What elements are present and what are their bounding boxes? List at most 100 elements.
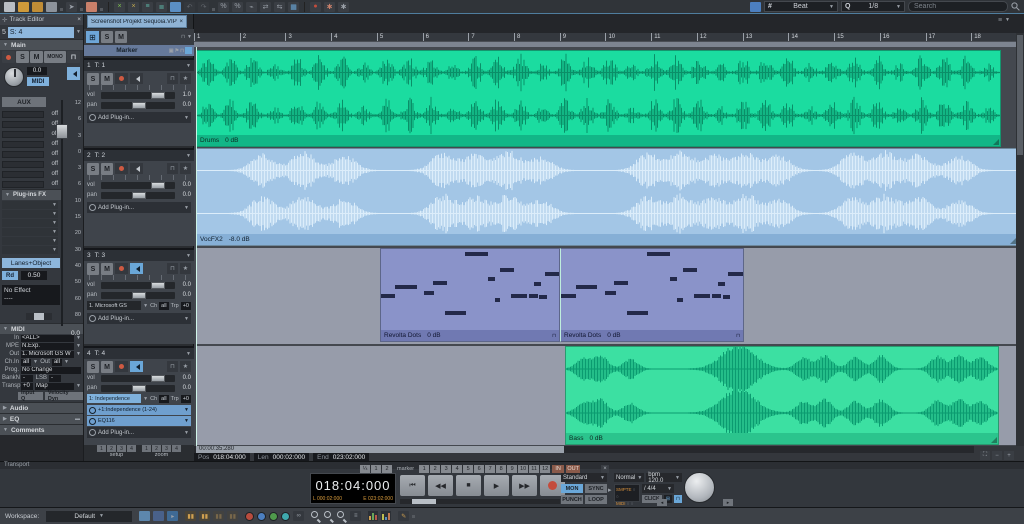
star-icon[interactable]: ★ bbox=[180, 163, 191, 174]
tempo-select[interactable]: bpm 120.0▼ bbox=[646, 473, 682, 482]
midi-note[interactable] bbox=[433, 281, 447, 285]
ruler-bar[interactable]: 13 bbox=[743, 33, 789, 41]
read-automation-button[interactable]: Rd bbox=[2, 271, 18, 280]
track-header-4[interactable]: 4T: 4▼ S M ⊓ ★ vol0.0 pan0.0 1: Independ… bbox=[84, 346, 194, 445]
automation-value[interactable]: 0.50 bbox=[21, 271, 47, 280]
midi-note[interactable] bbox=[683, 268, 698, 272]
midi-out-select[interactable]: 1. Microsoft GS W bbox=[21, 351, 74, 358]
lock-icon[interactable]: ⊓ bbox=[167, 73, 178, 84]
ruler-bar[interactable]: 15 bbox=[834, 33, 880, 41]
chevron-down-icon[interactable]: ▼ bbox=[76, 351, 81, 357]
aux-button[interactable]: AUX bbox=[2, 97, 46, 107]
ruler-bar[interactable]: 11 bbox=[651, 33, 697, 41]
object-editor-icon[interactable] bbox=[170, 2, 181, 12]
section-comments[interactable]: ▼Comments bbox=[0, 424, 83, 435]
quantize-select[interactable]: Q 1/8 ▼ bbox=[841, 1, 905, 12]
midi-note[interactable] bbox=[647, 252, 671, 256]
tape-dim2-icon[interactable]: ▮▮ bbox=[227, 511, 238, 521]
ruler-bar[interactable]: 3 bbox=[285, 33, 331, 41]
speaker-prev-icon[interactable]: ◂ bbox=[657, 499, 667, 506]
record-arm-button[interactable] bbox=[2, 51, 15, 63]
ruler-bar[interactable]: 4 bbox=[331, 33, 377, 41]
no-effect-box[interactable]: No Effect ---- bbox=[2, 285, 60, 305]
marker-button[interactable]: 11 bbox=[529, 465, 539, 473]
in-button[interactable]: IN bbox=[552, 465, 564, 473]
section-main[interactable]: ▼ Main bbox=[0, 39, 83, 50]
forward-button[interactable]: ▶▶ bbox=[512, 475, 537, 496]
aux-send-slider[interactable] bbox=[2, 161, 44, 168]
mute-button[interactable]: M bbox=[101, 361, 113, 373]
monitor-speaker-icon[interactable] bbox=[130, 163, 143, 174]
midi-in-select[interactable]: <ALL> bbox=[21, 335, 74, 342]
trp-value[interactable]: +0 bbox=[181, 302, 191, 310]
plugin-slot-1[interactable]: +1:Independence (1-24)▼ bbox=[87, 405, 191, 415]
section-plugins-fx[interactable]: ▼ Plug-ins FX bbox=[2, 189, 62, 200]
audio-clip-bass[interactable]: Bass 0 dB bbox=[565, 346, 999, 445]
snap-percent-icon[interactable]: % bbox=[218, 2, 229, 12]
audio-clip-vocfx[interactable]: VocFX2 -8.0 dB bbox=[196, 148, 1018, 246]
star-icon[interactable]: ★ bbox=[180, 361, 191, 372]
playhead[interactable] bbox=[196, 47, 197, 446]
cyan-marker-icon[interactable] bbox=[281, 512, 290, 521]
star-icon[interactable]: ★ bbox=[180, 263, 191, 274]
chevron-down-icon[interactable]: ▼ bbox=[76, 29, 81, 35]
zoom-button[interactable]: 4 bbox=[172, 445, 181, 452]
aux-send-slider[interactable] bbox=[2, 151, 44, 158]
marker-add-icon[interactable]: ▣ bbox=[169, 48, 174, 54]
layout-single-icon[interactable] bbox=[153, 511, 164, 521]
chevron-down-icon[interactable]: ▼ bbox=[184, 430, 189, 436]
setup-button[interactable]: 1 bbox=[97, 445, 106, 452]
chevron-down-icon[interactable]: ▼ bbox=[184, 316, 189, 322]
add-plugin-row[interactable]: Add Plug-in...▼ bbox=[87, 112, 191, 123]
midi-prog-select[interactable]: No Change bbox=[21, 367, 81, 374]
mute-button[interactable]: M bbox=[101, 73, 113, 85]
monitor-speaker-icon[interactable] bbox=[130, 73, 143, 84]
zoom-fit-icon[interactable]: ⛶ bbox=[980, 451, 990, 460]
midi-note[interactable] bbox=[424, 291, 435, 295]
marker-button[interactable]: 1 bbox=[419, 465, 429, 473]
volume-fader[interactable] bbox=[58, 100, 67, 326]
monitor-button[interactable]: MON bbox=[561, 484, 583, 493]
lock-icon[interactable]: ⊓ bbox=[167, 361, 178, 372]
go-to-start-button[interactable]: ⏮ bbox=[400, 475, 425, 496]
pan-knob[interactable] bbox=[4, 67, 24, 87]
pre-marker-button[interactable]: 1 bbox=[371, 465, 381, 473]
ruler-bar[interactable]: 8 bbox=[514, 33, 560, 41]
marker-button[interactable]: 3 bbox=[441, 465, 451, 473]
pan-slider[interactable] bbox=[101, 385, 175, 392]
ruler-bar[interactable]: 5 bbox=[377, 33, 423, 41]
solo-button[interactable]: S bbox=[16, 51, 29, 63]
setup-button[interactable]: 3 bbox=[117, 445, 126, 452]
mono-button[interactable]: MONO bbox=[44, 51, 66, 63]
aux-send-row[interactable]: off bbox=[0, 179, 58, 189]
import-icon[interactable] bbox=[32, 2, 43, 12]
magnifier-out-icon[interactable] bbox=[324, 511, 334, 521]
mute-button[interactable]: M bbox=[101, 263, 113, 275]
search-input[interactable] bbox=[908, 1, 1008, 12]
add-plugin-row[interactable]: Add Plug-in...▼ bbox=[87, 313, 191, 324]
midi-note[interactable] bbox=[395, 285, 416, 289]
header-lock-icon[interactable]: ⊓ bbox=[181, 34, 185, 40]
fx-slot[interactable]: ▼ bbox=[2, 219, 58, 227]
midi-note[interactable] bbox=[465, 252, 488, 256]
ruler-bar[interactable]: 9 bbox=[560, 33, 606, 41]
global-solo-button[interactable]: S bbox=[101, 31, 113, 43]
midi-clip-2[interactable]: Revolta Dots 0 dB ⊓ bbox=[560, 248, 744, 342]
undo-icon[interactable]: ↶ bbox=[184, 2, 195, 12]
chevron-down-icon[interactable]: ▼ bbox=[186, 153, 191, 159]
record-arm-button[interactable] bbox=[115, 73, 128, 84]
pan-slider[interactable] bbox=[101, 292, 175, 299]
midi-mpe-select[interactable]: N.Exp. bbox=[21, 343, 74, 350]
lock-icon[interactable]: ⊓ bbox=[67, 51, 80, 63]
tape-dim1-icon[interactable]: ▮▮ bbox=[213, 511, 224, 521]
trp-value[interactable]: +0 bbox=[181, 395, 191, 403]
chevron-down-icon[interactable]: ▼ bbox=[143, 303, 148, 309]
section-eq[interactable]: ▶EQ▬ bbox=[0, 413, 83, 424]
save-icon[interactable] bbox=[46, 2, 57, 12]
track-header-1[interactable]: 1T: 1▼ S M ⊓ ★ vol1.0 pan0.0 Add Plug-in… bbox=[84, 58, 194, 146]
midi-ch-out[interactable]: all bbox=[52, 359, 62, 366]
solo-button[interactable]: S bbox=[87, 163, 99, 175]
velocity-dyn-button[interactable]: Velocity Dyn bbox=[45, 392, 83, 400]
aux-send-slider[interactable] bbox=[2, 181, 44, 188]
volume-slider[interactable] bbox=[101, 282, 175, 289]
